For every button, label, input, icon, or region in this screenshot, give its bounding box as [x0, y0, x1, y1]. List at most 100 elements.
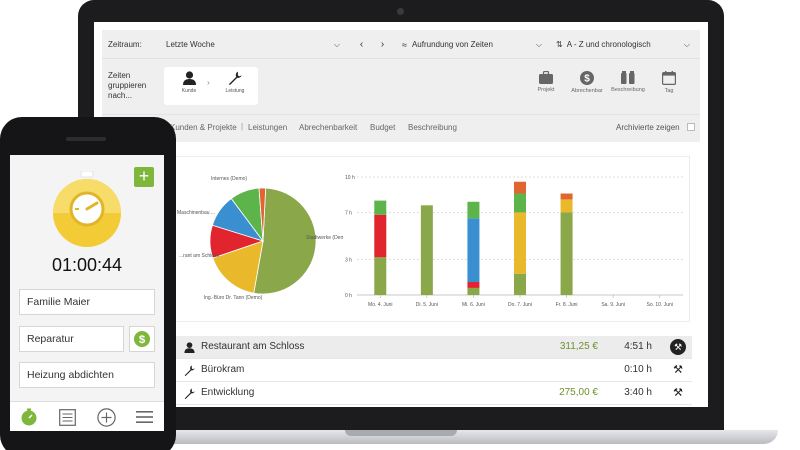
rounding-icon: ≈ [402, 39, 407, 50]
timer-display: 01:00:44 [51, 255, 123, 275]
archived-checkbox[interactable] [687, 123, 695, 131]
pie-label: Ing.-Büro Dr. Tann (Demo) [204, 295, 263, 301]
bar-chart: 0 h 3 h 7 h 10 h Mo. 4. Juni Di. 5. Juni Mi. 6… [345, 175, 683, 308]
chevron-down-icon: ⌵ [535, 39, 542, 49]
x-tick-label: Sa. 9. Juni [601, 302, 625, 308]
rounding-select[interactable]: ≈ Aufrundung von Zeiten ⌵ [398, 35, 548, 54]
group-by-service[interactable]: Leistung [218, 71, 252, 94]
nav-menu[interactable] [125, 402, 163, 431]
pie-label: Internes (Demo) [211, 176, 247, 182]
bar-segment [420, 205, 433, 295]
user-icon [184, 342, 195, 353]
group-billable-label: Abrechenbar [571, 88, 603, 94]
bar-segment [560, 212, 573, 295]
wrench-icon [228, 71, 242, 85]
bar-segment [374, 214, 387, 258]
group-description-button[interactable]: Beschreibung [609, 71, 647, 93]
list-item-time: 4:51 h [624, 341, 652, 352]
description-field[interactable]: Heizung abdichten [19, 362, 155, 388]
group-by-customer[interactable]: Kunde [172, 71, 206, 94]
next-period-button[interactable]: › [373, 35, 392, 54]
group-billable-button[interactable]: $ Abrechenbar [568, 71, 606, 94]
y-tick-label: 7 h [345, 210, 352, 216]
arrow-right-icon: › [207, 78, 210, 87]
bar-segment [467, 201, 480, 219]
add-icon [96, 407, 116, 427]
x-tick-label: So. 10. Juni [647, 302, 673, 308]
list-item[interactable]: Restaurant am Schloss 311,25 € 4:51 h ⚒ [172, 336, 692, 359]
list-icon [58, 408, 76, 426]
toolbar-row-filters: Zeitraum: Letzte Woche ⌵ ‹ › ≈ Aufrundun… [102, 30, 700, 58]
add-timer-button[interactable]: + [134, 167, 154, 187]
group-day-button[interactable]: Tag [650, 71, 688, 94]
x-tick-label: Mo. 4. Juni [368, 302, 392, 308]
archived-toggle-label: Archivierte zeigen [616, 123, 680, 132]
y-tick-label: 0 h [345, 293, 352, 299]
menu-icon [135, 411, 153, 423]
nav-add[interactable] [87, 402, 125, 431]
tab-description[interactable]: Beschreibung [408, 123, 457, 132]
product-stage: Zeitraum: Letzte Woche ⌵ ‹ › ≈ Aufrundun… [0, 0, 800, 450]
list-item-time: 0:10 h [624, 364, 652, 375]
quote-icon [621, 71, 635, 84]
nav-timer[interactable] [10, 402, 48, 431]
prev-period-button[interactable]: ‹ [352, 35, 371, 54]
tab-customers-projects[interactable]: Kunden & Projekte [170, 123, 237, 132]
service-field[interactable]: Reparatur [19, 326, 124, 352]
phone-device: + 01:00:44 Familie Maier Reparatur $ Hei… [0, 117, 176, 450]
tab-services[interactable]: Leistungen [248, 123, 287, 132]
x-tick-label: Mi. 6. Juni [462, 302, 485, 308]
sort-value: A - Z und chronologisch [566, 40, 651, 49]
billable-button[interactable]: $ [129, 326, 155, 352]
group-service-label: Leistung [225, 88, 245, 94]
bar-segment [374, 200, 387, 215]
list-item[interactable]: Entwicklung 275,00 € 3:40 h ⚒ [172, 382, 692, 405]
chart-panel: Stadtwerke (Demo) Ing.-Büro Dr. Tann (Dem… [172, 156, 690, 322]
x-tick-label: Do. 7. Juni [508, 302, 532, 308]
group-selection: Kunde › Leistung [164, 67, 258, 105]
sort-select[interactable]: ⇅ A - Z und chronologisch ⌵ [552, 35, 696, 54]
laptop-screen: Zeitraum: Letzte Woche ⌵ ‹ › ≈ Aufrundun… [94, 22, 708, 407]
bar-segment [560, 199, 573, 213]
y-tick-label: 10 h [345, 175, 355, 181]
pie-chart: Stadtwerke (Demo) Ing.-Büro Dr. Tann (Dem… [177, 176, 343, 301]
nav-list[interactable] [48, 402, 86, 431]
pie-label: Maschinenbau ... [177, 210, 215, 216]
tools-icon[interactable]: ⚒ [670, 339, 686, 355]
wrench-icon [184, 388, 195, 399]
bar-segment [514, 212, 526, 274]
pie-label: ...rant am Schloss [179, 253, 220, 259]
list-item-name: Entwicklung [201, 387, 255, 398]
laptop-notch [345, 430, 457, 436]
bar-segment [467, 287, 480, 295]
customer-field[interactable]: Familie Maier [19, 289, 155, 315]
bar-segment [514, 181, 526, 194]
time-entry-list: Restaurant am Schloss 311,25 € 4:51 h ⚒ … [172, 336, 692, 405]
group-project-button[interactable]: Projekt [527, 71, 565, 93]
list-item-name: Bürokram [201, 364, 245, 375]
tab-billability[interactable]: Abrechenbarkeit [299, 123, 357, 132]
svg-text:$: $ [584, 74, 590, 85]
tools-icon[interactable]: ⚒ [673, 363, 683, 376]
bar-segment [514, 193, 526, 213]
list-item-name: Restaurant am Schloss [201, 341, 305, 352]
list-item[interactable]: Bürokram 0:10 h ⚒ [172, 359, 692, 382]
briefcase-icon [539, 71, 553, 84]
tab-budget[interactable]: Budget [370, 123, 395, 132]
bar-segment [467, 218, 480, 283]
stopwatch-icon [21, 408, 37, 426]
group-description-label: Beschreibung [611, 87, 645, 93]
phone-screen: + 01:00:44 Familie Maier Reparatur $ Hei… [10, 155, 164, 431]
chevron-left-icon: ‹ [359, 39, 364, 50]
bar-segment [467, 282, 480, 288]
y-tick-label: 3 h [345, 258, 352, 264]
group-customer-label: Kunde [181, 88, 197, 94]
phone-speaker [66, 137, 106, 141]
sort-icon: ⇅ [556, 40, 563, 49]
period-value: Letzte Woche [166, 40, 215, 49]
group-label: Zeiten gruppieren nach... [108, 71, 147, 100]
period-select[interactable]: Letzte Woche ⌵ [160, 35, 346, 54]
stopwatch-icon[interactable] [51, 171, 123, 251]
report-tabs: Kunden & Projekte | Leistungen Abrechenb… [102, 114, 700, 140]
tools-icon[interactable]: ⚒ [673, 386, 683, 399]
